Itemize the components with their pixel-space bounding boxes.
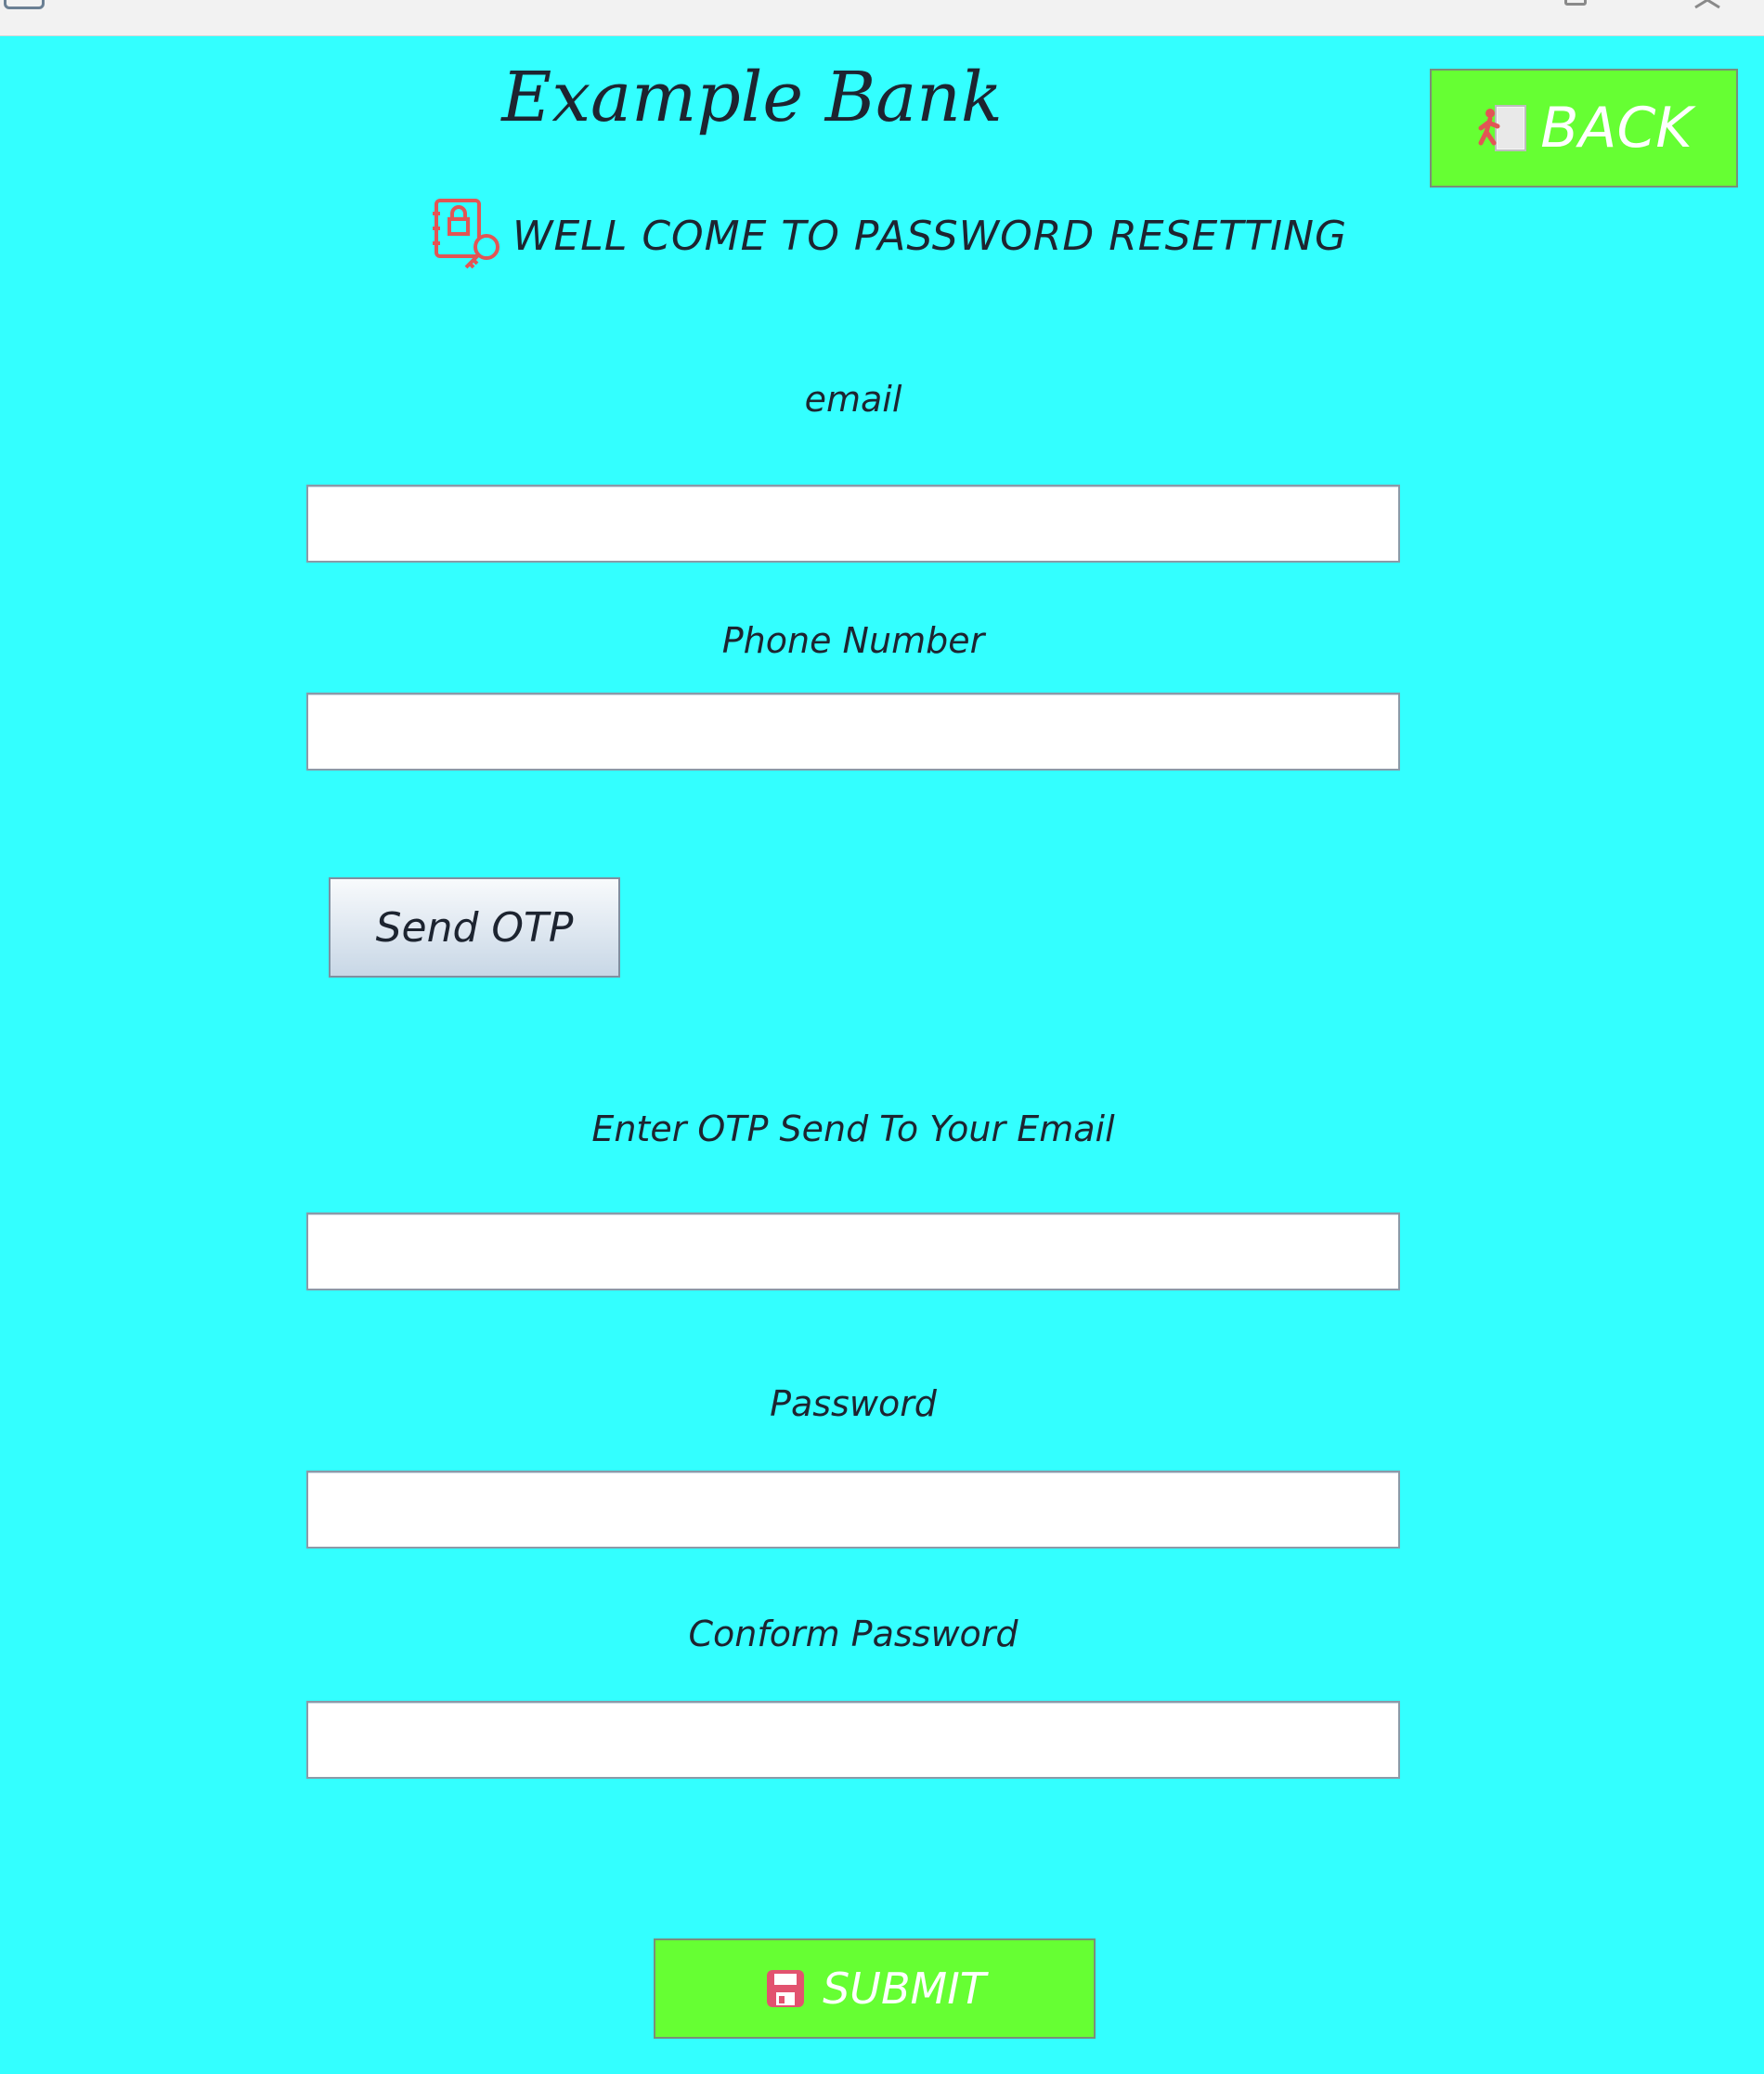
phone-number-label: Phone Number: [721, 620, 985, 661]
welcome-text: WELL COME TO PASSWORD RESETTING: [512, 212, 1348, 260]
otp-field[interactable]: [306, 1212, 1400, 1290]
app-window-icon: [4, 0, 45, 9]
send-otp-button[interactable]: Send OTP: [329, 877, 620, 978]
email-label: email: [804, 379, 902, 420]
welcome-heading: WELL COME TO PASSWORD RESETTING: [429, 197, 1347, 275]
email-field[interactable]: [306, 485, 1400, 563]
bank-title: Example Bank: [501, 58, 1003, 137]
password-field[interactable]: [306, 1471, 1400, 1549]
back-button-label: BACK: [1540, 96, 1693, 161]
confirm-password-label: Conform Password: [688, 1614, 1018, 1654]
submit-button-label: SUBMIT: [823, 1964, 986, 2014]
password-label: Password: [770, 1383, 937, 1424]
phone-number-field[interactable]: [306, 693, 1400, 771]
confirm-password-field[interactable]: [306, 1701, 1400, 1779]
submit-button[interactable]: SUBMIT: [654, 1938, 1096, 2039]
back-button[interactable]: BACK: [1430, 69, 1738, 188]
window-titlebar: [0, 0, 1764, 36]
floppy-disk-icon: [767, 1970, 805, 2007]
lock-key-icon: [433, 199, 499, 269]
maximize-icon[interactable]: [1564, 0, 1587, 6]
exit-door-icon: [1478, 105, 1527, 151]
close-icon[interactable]: [1692, 0, 1725, 13]
otp-label: Enter OTP Send To Your Email: [591, 1108, 1115, 1149]
